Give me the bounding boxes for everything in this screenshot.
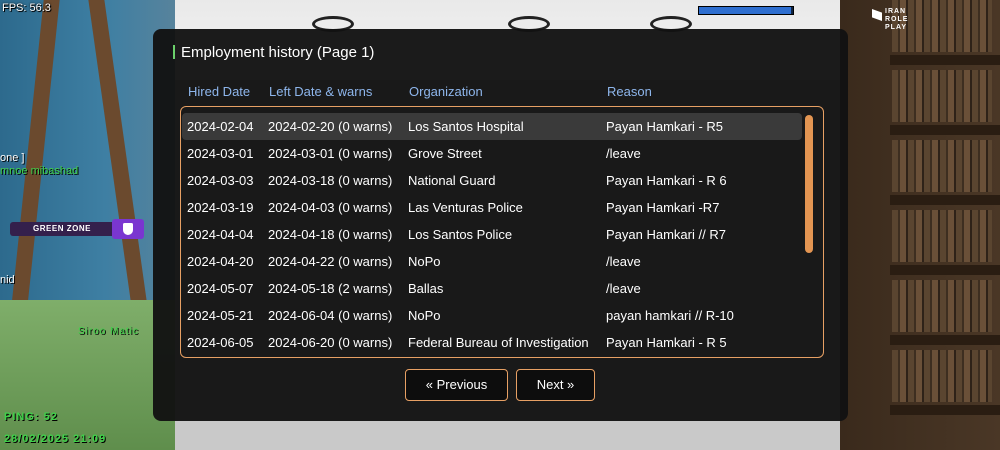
row-left-date: 2024-03-01 (0 warns) [268,146,393,161]
row-left-date: 2024-04-22 (0 warns) [268,254,393,269]
logo-text: IRAN ROLE PLAY [885,8,909,31]
bookshelf-shelf [890,405,1000,415]
health-bar-fill [699,7,792,14]
row-reason: Payan Hamkari - R5 [606,119,724,134]
green-zone-label: GREEN ZONE [10,222,114,236]
row-hired-date: 2024-02-04 [187,119,254,134]
logo-icon [872,9,882,21]
table-row[interactable]: 2024-03-19 2024-04-03 (0 warns) Las Ventur… [182,194,802,221]
fps-counter: FPS: 56.3 [2,2,51,14]
column-header-organization: Organization [409,84,483,99]
chat-line: nid [0,274,15,286]
dialog-title: Employment history (Page 1) [173,44,374,61]
row-hired-date: 2024-06-05 [187,335,254,350]
table-row[interactable]: 2024-03-01 2024-03-01 (0 warns) Grove Stre… [182,140,802,167]
row-organization: National Guard [408,173,496,188]
row-left-date: 2024-05-18 (2 warns) [268,281,393,296]
row-organization: Los Santos Police [408,227,513,242]
table-row[interactable]: 2024-06-05 2024-06-20 (0 warns) Federal Bu… [182,329,802,356]
row-organization: Federal Bureau of Investigation [408,335,589,350]
row-hired-date: 2024-04-20 [187,254,254,269]
row-hired-date: 2024-05-07 [187,281,254,296]
row-hired-date: 2024-04-04 [187,227,254,242]
bookshelf-books [892,350,992,402]
row-reason: Payan Hamkari - R 6 [606,173,727,188]
row-organization: NoPo [408,254,441,269]
table-row[interactable]: 2024-05-21 2024-06-04 (0 warns) NoPo payan … [182,302,802,329]
row-left-date: 2024-06-04 (0 warns) [268,308,393,323]
row-reason: Payan Hamkari - R 5 [606,335,727,350]
row-reason: payan hamkari // R-10 [606,308,734,323]
row-reason: /leave [606,281,641,296]
row-hired-date: 2024-03-03 [187,173,254,188]
table-row[interactable]: 2024-04-20 2024-04-22 (0 warns) NoPo/leave [182,248,802,275]
ping-display: PING: 52 [4,411,58,423]
title-accent-bar [173,45,175,59]
bookshelf-shelf [890,55,1000,65]
bookshelf-shelf [890,265,1000,275]
row-left-date: 2024-04-03 (0 warns) [268,200,393,215]
bookshelf-books [892,280,992,332]
table-row[interactable]: 2024-03-03 2024-03-18 (0 warns) National G… [182,167,802,194]
shield-icon [123,223,133,235]
scrollbar-thumb[interactable] [805,115,813,253]
table-row[interactable]: 2024-05-07 2024-05-18 (2 warns) Ballas/lea… [182,275,802,302]
chat-line: mnoe mibashad [0,165,79,177]
column-header-left-date: Left Date & warns [269,84,373,99]
dialog-title-text: Employment history (Page 1) [181,44,375,61]
row-left-date: 2024-06-20 (0 warns) [268,335,393,350]
outside-grass [0,300,175,450]
row-reason: Payan Hamkari // R7 [606,227,726,242]
row-organization: NoPo [408,308,441,323]
server-logo: IRAN ROLE PLAY [872,8,932,31]
history-list[interactable]: 2024-02-04 2024-02-20 (0 warns) Los Santos… [180,106,824,358]
datetime-display: 28/02/2025 21:09 [4,433,107,445]
column-header-hired-date: Hired Date [188,84,251,99]
employment-history-dialog: Employment history (Page 1) Hired Date L… [153,29,848,421]
row-left-date: 2024-04-18 (0 warns) [268,227,393,242]
health-bar [698,6,794,15]
row-left-date: 2024-02-20 (0 warns) [268,119,393,134]
row-organization: Las Venturas Police [408,200,523,215]
bookshelf-books [892,210,992,262]
next-page-button[interactable]: Next » [516,369,595,401]
bookshelf-shelf [890,335,1000,345]
table-row[interactable]: 2024-02-04 2024-02-20 (0 warns) Los Santos… [182,113,802,140]
player-nametag: Siroo Matic [78,326,140,337]
row-organization: Los Santos Hospital [408,119,524,134]
bookshelf-books [892,140,992,192]
row-organization: Ballas [408,281,444,296]
row-reason: /leave [606,146,641,161]
green-zone-badge [112,219,144,239]
row-reason: Payan Hamkari -R7 [606,200,720,215]
row-hired-date: 2024-03-19 [187,200,254,215]
column-header-reason: Reason [607,84,652,99]
table-row[interactable]: 2024-04-04 2024-04-18 (0 warns) Los Santos… [182,221,802,248]
chat-line: one ] [0,152,25,164]
row-reason: /leave [606,254,641,269]
row-hired-date: 2024-03-01 [187,146,254,161]
previous-page-button[interactable]: « Previous [405,369,508,401]
green-zone-indicator: GREEN ZONE [10,219,144,239]
bookshelf-books [892,70,992,122]
row-hired-date: 2024-05-21 [187,308,254,323]
row-organization: Grove Street [408,146,482,161]
bookshelf-shelf [890,125,1000,135]
bookshelf-shelf [890,195,1000,205]
bookshelf-wall [840,0,1000,450]
row-left-date: 2024-03-18 (0 warns) [268,173,393,188]
